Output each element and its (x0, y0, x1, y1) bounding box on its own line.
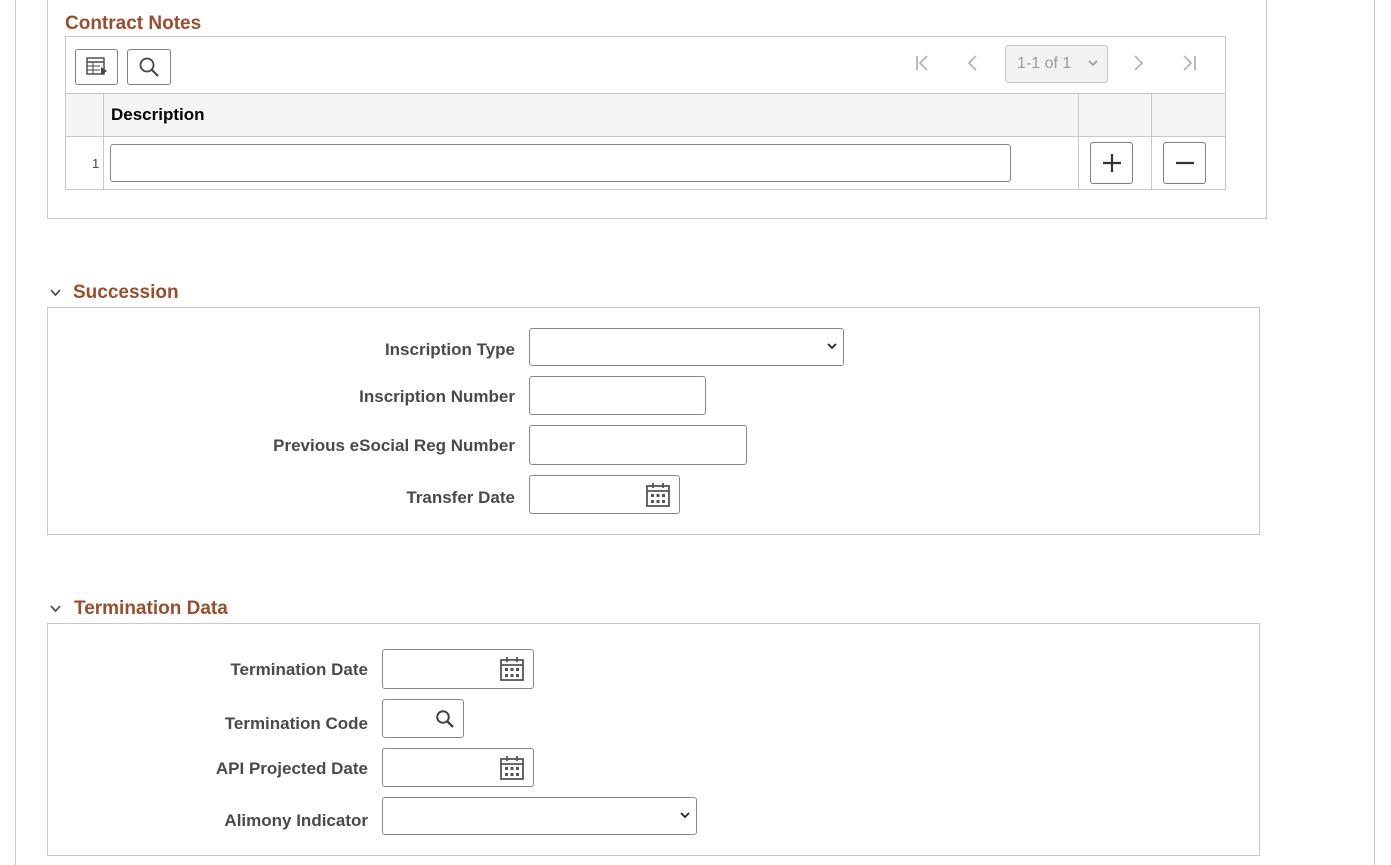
api-projected-date-input[interactable] (382, 748, 534, 787)
page-range-select[interactable]: 1-1 of 1 (1005, 45, 1108, 83)
termination-code-input[interactable] (382, 699, 464, 738)
next-page-icon[interactable] (1128, 53, 1148, 73)
previous-page-icon[interactable] (963, 53, 983, 73)
add-row-button[interactable] (1090, 142, 1133, 184)
description-column-header: Description (111, 105, 205, 124)
chevron-down-icon (680, 812, 690, 819)
calendar-icon[interactable] (645, 482, 671, 508)
grid-header-row (66, 93, 1225, 137)
termination-data-title[interactable]: Termination Data (74, 598, 228, 620)
previous-reg-number-input[interactable] (529, 425, 747, 465)
page-range-text: 1-1 of 1 (1017, 55, 1072, 72)
contract-notes-title: Contract Notes (65, 13, 202, 34)
chevron-down-icon (827, 343, 837, 350)
grid-settings-icon (85, 57, 107, 75)
inscription-number-label: Inscription Number (359, 387, 515, 406)
column-separator (103, 93, 104, 190)
api-projected-date-label: API Projected Date (215, 759, 368, 778)
search-icon (139, 57, 159, 77)
termination-date-input[interactable] (382, 649, 534, 689)
termination-date-label: Termination Date (230, 660, 368, 679)
calendar-icon[interactable] (499, 755, 525, 781)
delete-row-button[interactable] (1163, 142, 1206, 184)
personalize-grid-button[interactable] (75, 49, 118, 85)
alimony-indicator-label: Alimony Indicator (224, 811, 368, 830)
transfer-date-label: Transfer Date (406, 488, 515, 507)
collapse-chevron-icon[interactable] (50, 603, 61, 614)
inscription-type-select[interactable] (529, 328, 844, 366)
page-left-border (15, 0, 16, 865)
transfer-date-input[interactable] (529, 475, 680, 514)
previous-reg-number-label: Previous eSocial Reg Number (273, 436, 515, 455)
collapse-chevron-icon[interactable] (50, 287, 61, 298)
inscription-type-label: Inscription Type (384, 340, 515, 359)
grid-find-button[interactable] (127, 49, 171, 85)
page-right-border (1374, 0, 1375, 865)
plus-icon (1102, 154, 1121, 172)
column-separator (1151, 93, 1152, 190)
succession-title[interactable]: Succession (73, 282, 179, 304)
first-page-icon[interactable] (913, 53, 933, 73)
alimony-indicator-select[interactable] (382, 797, 697, 835)
calendar-icon[interactable] (499, 656, 525, 682)
minus-icon (1175, 161, 1194, 165)
last-page-icon[interactable] (1179, 53, 1199, 73)
lookup-search-icon[interactable] (435, 709, 455, 729)
description-input[interactable] (110, 144, 1011, 182)
chevron-down-icon (1088, 60, 1098, 67)
inscription-number-input[interactable] (529, 376, 706, 415)
termination-code-label: Termination Code (224, 714, 368, 733)
column-separator (1078, 93, 1079, 190)
row-number: 1 (92, 156, 100, 171)
